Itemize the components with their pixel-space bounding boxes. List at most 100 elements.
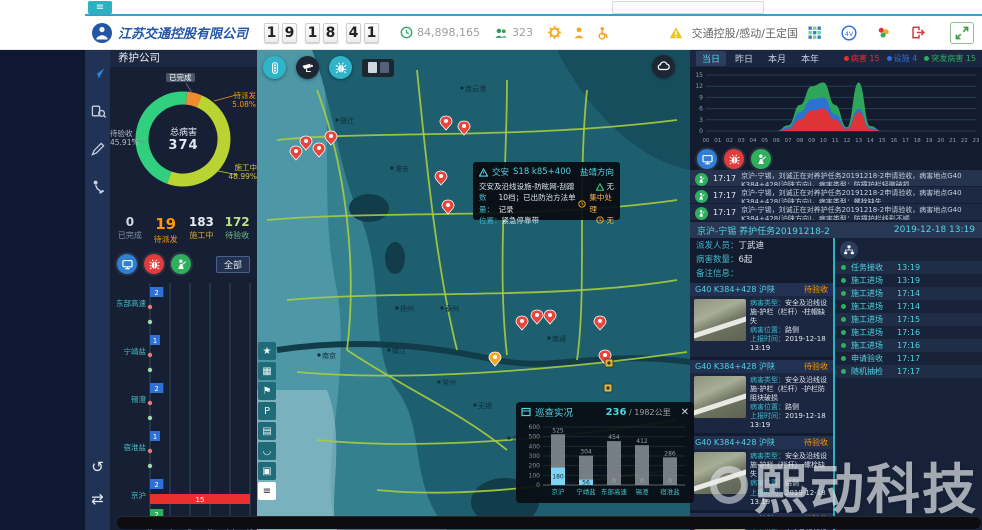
triangle-green-icon [596,183,604,191]
svg-text:常州: 常州 [442,378,456,387]
weather-tool-icon[interactable]: ◡ [258,442,276,460]
logout-icon[interactable] [910,25,925,40]
timeline-time: 13:19 [897,276,920,285]
timeline-column: 任务接收13:19施工进场13:19施工进场17:14施工进场17:14施工进场… [835,238,982,530]
traffic-light-icon[interactable] [263,56,286,79]
patrol-bar-chart: 0100200300400500600525180京沪30456宁靖盐4540东… [521,419,689,501]
timeline-row[interactable]: 申请验收17:17 [835,352,982,365]
monitor-filter-button[interactable] [697,149,717,169]
timeline-row[interactable]: 施工进场17:14 [835,300,982,313]
hamburger-menu-button[interactable]: ≡ [88,1,112,14]
notification-row[interactable]: 17:17京沪-宁锡，刘诚正在对养护任务20191218-2申请验收，病害地点G… [690,204,982,221]
timeline-time: 17:14 [897,302,920,311]
flag-tool-icon[interactable]: ⚑ [258,382,276,400]
disease-card[interactable]: G40 K384+428 沪陕待验收 病害类型：安全及沿线设施-护栏（栏杆）-螺… [690,436,833,510]
chart-legend: 病害 15设施 4突发病害 15 [844,53,976,64]
svg-text:12: 12 [843,138,850,144]
bug-filter-button[interactable] [144,254,164,274]
cctv-camera-icon[interactable] [296,56,319,79]
panel-tool-icon[interactable]: ▤ [258,422,276,440]
notification-row[interactable]: 17:17京沪-宁锡，刘诚正在对养护任务20191218-2申请验收，病害地点G… [690,170,982,187]
timeline-row[interactable]: 施工进场17:14 [835,287,982,300]
notification-list: 17:17京沪-宁锡，刘诚正在对养护任务20191218-2申请验收，病害地点G… [690,170,982,221]
tab-本年[interactable]: 本年 [795,51,825,66]
camera-marker[interactable] [605,359,613,367]
svg-text:500: 500 [529,434,541,441]
grid-apps-icon[interactable] [807,25,822,40]
parking-tool-icon[interactable]: P [258,402,276,420]
tooltip-row: 数量：10档；已出防治方法单记录集中处理 [479,192,614,215]
cloud-button[interactable] [652,55,675,78]
svg-text:525: 525 [552,427,564,434]
hourly-area-chart: 0369121500010203040506070809101112131415… [690,67,982,145]
clock-orange-icon [578,200,586,208]
svg-text:02: 02 [726,138,733,144]
4v-badge-icon[interactable]: 4V [841,25,857,41]
monitor-filter-button[interactable] [117,254,137,274]
tab-本月[interactable]: 本月 [762,51,792,66]
company-name: 江苏交通控股有限公司 [118,23,248,42]
svg-text:镇江: 镇江 [392,346,406,355]
report-icon[interactable] [85,134,110,164]
mileage-counter: 84,898,165 [400,26,480,39]
stats-tool-icon[interactable]: ▦ [258,362,276,380]
timeline-label: 施工进场 [851,275,883,286]
layer-toggle[interactable] [362,59,394,77]
patrol-progress: 236 / 1982公里 [606,407,671,418]
disease-photo[interactable] [694,376,746,418]
sitemap-icon[interactable] [840,241,858,259]
close-icon[interactable]: ✕ [681,407,689,418]
menu-tool-icon[interactable]: ≡ [258,482,276,500]
stat-已完成: 0已完成 [112,215,148,251]
status-badge: 待验收 [804,361,828,372]
timeline-row[interactable]: 施工进场17:16 [835,339,982,352]
nav-route-icon[interactable] [85,58,110,88]
timeline-row[interactable]: 任务接收13:19 [835,261,982,274]
disease-photo[interactable] [694,452,746,494]
fullscreen-expand-button[interactable] [950,22,974,44]
tab-当日[interactable]: 当日 [696,51,726,66]
disease-card[interactable]: G40 K384+428 沪陕待验收 病害类型：安全及沿线设施-护栏（栏杆）-柱… [690,283,833,357]
undo-icon[interactable]: ↺ [85,458,110,476]
bug-icon[interactable] [329,56,352,79]
svg-text:宁靖盐: 宁靖盐 [576,487,596,496]
patrol-search-icon[interactable] [85,96,110,126]
disease-card[interactable]: G40 K384+428 沪陕待验收 病害类型：安全及沿线设施-护栏（栏杆）-护… [690,360,833,434]
svg-text:2: 2 [154,481,158,489]
gear-icon[interactable] [547,25,562,40]
swap-icon[interactable]: ⇄ [85,490,110,508]
worker-filter-button[interactable] [751,149,771,169]
timeline-row[interactable]: 施工进场17:16 [835,326,982,339]
svg-text:286: 286 [664,450,676,457]
color-dots-icon[interactable] [876,25,891,40]
svg-text:04: 04 [749,138,756,144]
timeline-row[interactable]: 施工进场 13:19 [835,274,982,287]
person-icon[interactable] [572,26,586,40]
svg-text:304: 304 [580,449,592,456]
image-tool-icon[interactable]: ▣ [258,462,276,480]
worker-filter-button[interactable] [171,254,191,274]
tab-昨日[interactable]: 昨日 [729,51,759,66]
notification-row[interactable]: 17:17京沪-宁锡，刘诚正在对养护任务20191218-2申请验收，病害地点G… [690,187,982,204]
timeline-row[interactable]: 随机抽检17:17 [835,365,982,378]
detail-派发人员：: 派发人员：丁武迪 [690,238,833,252]
cleaning-icon[interactable] [85,172,110,202]
svg-text:锡澄: 锡澄 [636,487,650,496]
accessible-person-icon[interactable] [596,26,610,40]
timeline-row[interactable]: 施工进场17:15 [835,313,982,326]
bug-filter-button[interactable] [724,149,744,169]
favorite-tool-icon[interactable]: ★ [258,342,276,360]
all-button[interactable]: 全部 [216,256,250,273]
svg-text:连云港: 连云港 [465,84,486,93]
timeline-label: 施工进场 [851,340,883,351]
camera-marker[interactable] [604,384,612,392]
svg-text:15: 15 [695,72,703,79]
panel-title: 养护公司 [110,50,257,67]
timeline-label: 申请验收 [851,353,883,364]
worker-icon [695,173,708,186]
user-breadcrumb[interactable]: 交通控股/感动/王定国 [692,25,798,41]
disease-photo[interactable] [694,299,746,341]
svg-text:00: 00 [703,138,710,144]
task-header[interactable]: 京沪-宁锡 养护任务20191218-2 2019-12-18 13:19 [690,222,982,238]
svg-text:15: 15 [879,138,886,144]
